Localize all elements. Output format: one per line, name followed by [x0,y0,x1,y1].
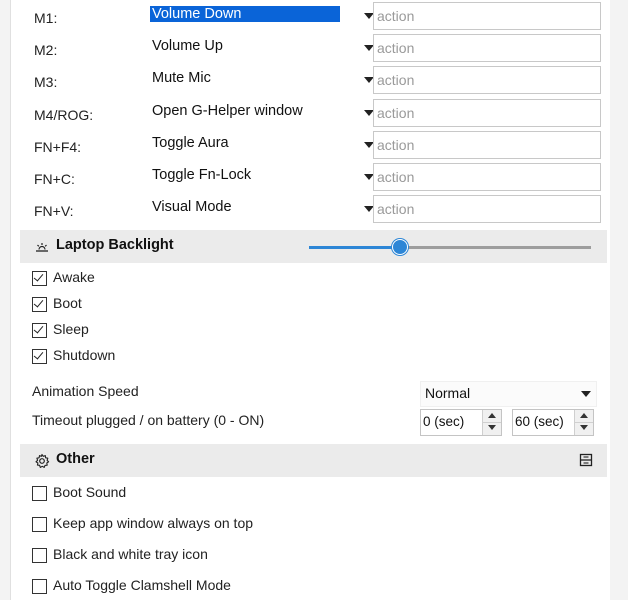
animation-speed-dropdown[interactable]: Normal [420,381,597,407]
fn-f4-action-dropdown[interactable]: Toggle Aura [146,132,376,158]
m4-rog-action-dropdown[interactable]: Open G-Helper window [146,100,376,126]
animation-speed-label: Animation Speed [32,383,139,399]
collapse-icon[interactable] [579,453,593,467]
dropdown-value: Normal [425,385,471,401]
checkbox[interactable] [32,486,47,501]
section-title: Other [56,451,95,467]
spinner-buttons [574,410,593,435]
chevron-down-icon [580,387,592,399]
key-label: M1: [34,10,58,26]
key-binding-m3: M3: Mute Mic [11,66,610,99]
spinner-buttons [482,410,501,435]
checkbox-label: Boot [53,295,82,311]
checkbox-label: Black and white tray icon [53,546,208,562]
other-section-header: Other [20,444,607,477]
fn-c-custom-action-input[interactable] [373,163,601,191]
checkbox-label: Awake [53,269,95,285]
fn-f4-custom-action-input[interactable] [373,131,601,159]
checkbox-label: Keep app window always on top [53,515,254,531]
spin-down-arrow-icon[interactable] [483,422,501,434]
section-title: Laptop Backlight [56,237,174,253]
spin-down-arrow-icon[interactable] [575,422,593,434]
key-binding-fn-v: FN+V: Visual Mode [11,195,610,228]
m1-action-dropdown[interactable]: Volume Down [146,3,376,29]
key-label: M4/ROG: [34,107,94,123]
timeout-label: Timeout plugged / on battery (0 - ON) [32,412,265,428]
m2-custom-action-input[interactable] [373,34,601,62]
fn-v-custom-action-input[interactable] [373,195,601,223]
backlight-brightness-slider[interactable] [309,239,591,255]
key-label: M3: [34,74,58,90]
checkbox[interactable] [32,548,47,563]
m3-custom-action-input[interactable] [373,66,601,94]
key-binding-fn-f4: FN+F4: Toggle Aura [11,131,610,164]
slider-fill [309,246,400,249]
dropdown-value: Volume Down [150,6,340,22]
timeout-battery-spinner[interactable]: 60 (sec) [512,409,594,436]
key-label: FN+V: [34,203,74,219]
settings-panel: M1: Volume Down M2: Volume Up M3: Mute M… [11,0,610,600]
key-label: M2: [34,42,58,58]
key-binding-m2: M2: Volume Up [11,34,610,67]
spinner-value: 0 (sec) [423,414,465,429]
dropdown-value: Mute Mic [152,70,211,86]
m1-custom-action-input[interactable] [373,2,601,30]
m2-action-dropdown[interactable]: Volume Up [146,35,376,61]
key-binding-m4-rog: M4/ROG: Open G-Helper window [11,99,610,132]
checkbox-label: Boot Sound [53,484,127,500]
checkbox[interactable] [32,271,47,286]
key-binding-fn-c: FN+C: Toggle Fn-Lock [11,163,610,196]
checkbox-label: Shutdown [53,347,116,363]
dropdown-value: Volume Up [152,38,223,54]
checkbox-label: Sleep [53,321,89,337]
key-label: FN+F4: [34,139,82,155]
checkbox-label: Auto Toggle Clamshell Mode [53,577,231,593]
m3-action-dropdown[interactable]: Mute Mic [146,67,376,93]
checkbox[interactable] [32,297,47,312]
key-label: FN+C: [34,171,75,187]
checkbox[interactable] [32,349,47,364]
dropdown-value: Toggle Aura [152,135,229,151]
dropdown-value: Visual Mode [152,199,232,215]
checkbox[interactable] [32,323,47,338]
m4-rog-custom-action-input[interactable] [373,99,601,127]
key-binding-m1: M1: Volume Down [11,2,610,35]
fn-c-action-dropdown[interactable]: Toggle Fn-Lock [146,164,376,190]
dropdown-value: Toggle Fn-Lock [152,167,252,183]
keyboard-backlight-icon [36,243,48,252]
gear-icon [35,453,50,468]
fn-v-action-dropdown[interactable]: Visual Mode [146,196,376,222]
checkbox[interactable] [32,579,47,594]
timeout-plugged-spinner[interactable]: 0 (sec) [420,409,502,436]
window-right-edge [609,0,628,600]
spinner-value: 60 (sec) [515,414,564,429]
dropdown-value: Open G-Helper window [152,103,303,119]
window-left-edge [0,0,11,600]
checkbox[interactable] [32,517,47,532]
